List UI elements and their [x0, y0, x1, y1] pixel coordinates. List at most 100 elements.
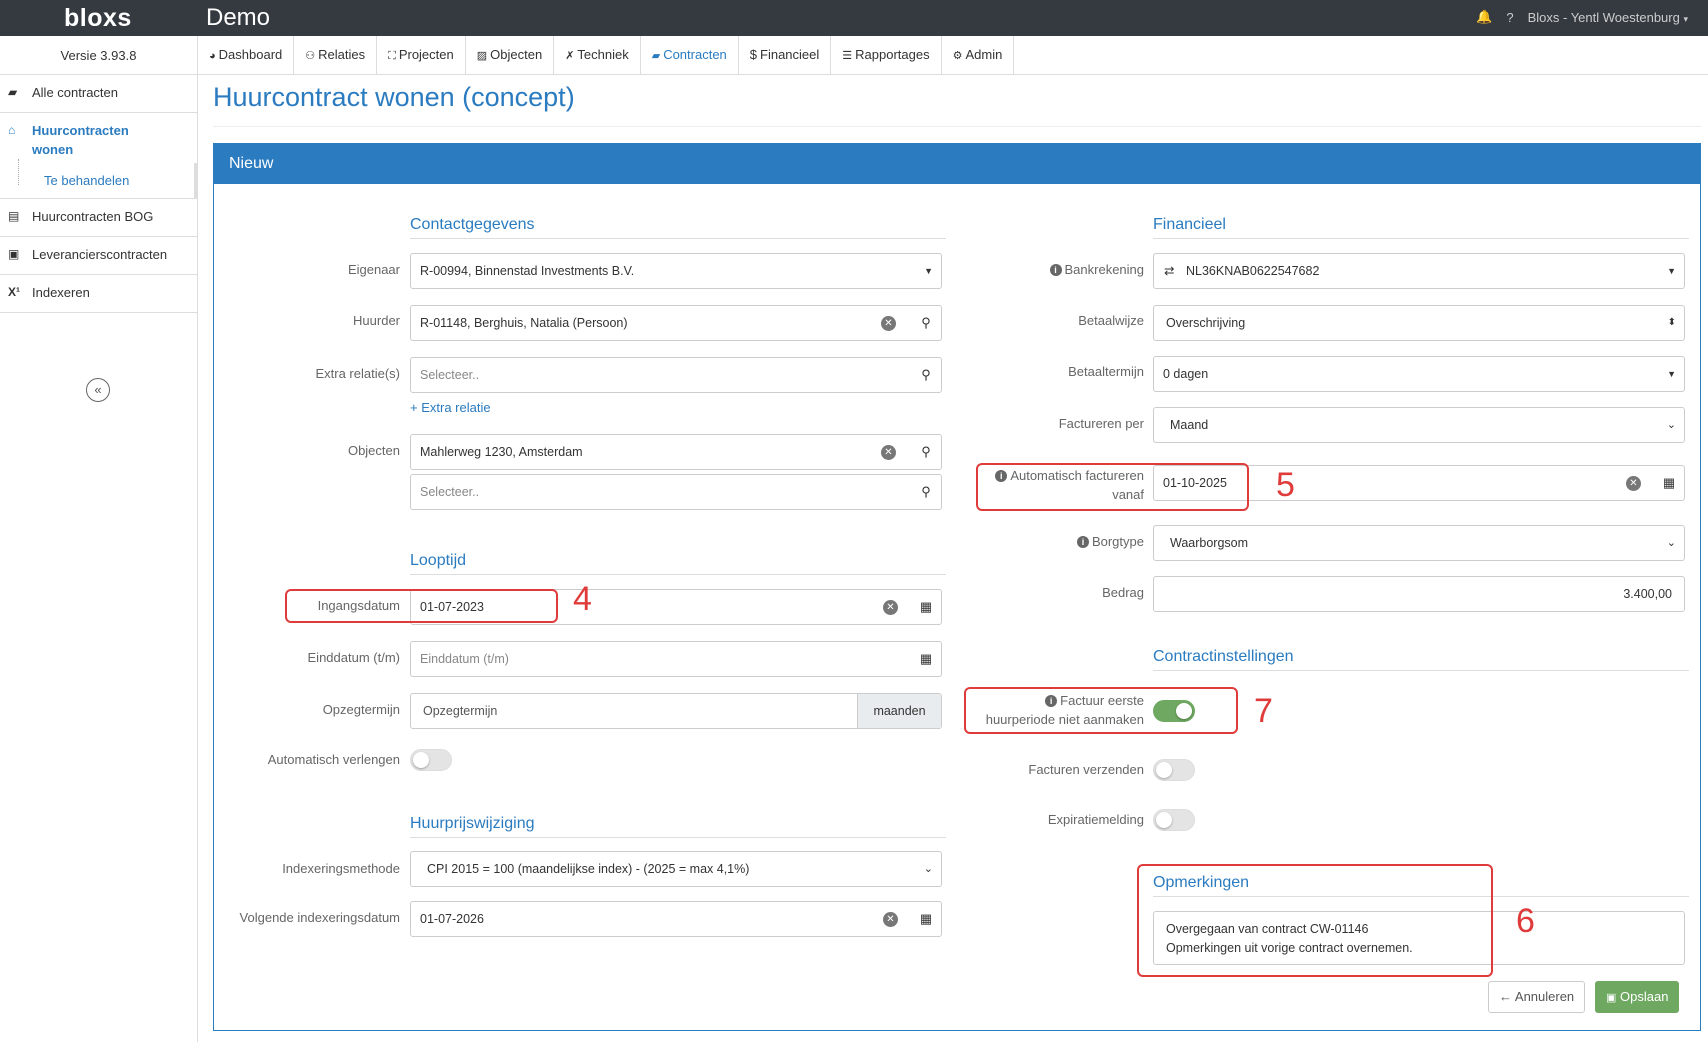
- expiratiemelding-toggle[interactable]: [1153, 809, 1195, 831]
- search-icon[interactable]: ⚲: [911, 475, 941, 509]
- help-icon[interactable]: ?: [1506, 10, 1513, 25]
- user-name: Bloxs - Yentl Woestenburg: [1527, 9, 1680, 25]
- nav-rapportages[interactable]: ☰ Rapportages: [831, 36, 942, 74]
- save-button[interactable]: ▣ Opslaan: [1595, 981, 1680, 1013]
- search-icon[interactable]: ⚲: [911, 358, 941, 392]
- sidebar-item-leverancierscontracten[interactable]: ▣ Leverancierscontracten: [0, 237, 197, 275]
- nav-label: Financieel: [760, 47, 820, 62]
- annotation-number-5: 5: [1276, 466, 1295, 504]
- clear-icon[interactable]: ✕: [881, 316, 896, 331]
- bankrekening-select[interactable]: ⇄ NL36KNAB0622547682 ▼: [1153, 253, 1685, 289]
- extra-relatie-select[interactable]: Selecteer.. ⚲: [410, 357, 942, 393]
- sidebar-item-huurcontracten-wonen[interactable]: ⌂ Huurcontracten wonen: [0, 113, 197, 163]
- volgende-indexeringsdatum-input[interactable]: 01-07-2026 ✕ ▦: [410, 901, 942, 937]
- automatisch-verlengen-toggle[interactable]: [410, 749, 452, 771]
- list-icon: ☰: [842, 50, 853, 62]
- objecten-placeholder: Selecteer..: [420, 485, 480, 499]
- bedrag-label: Bedrag: [1102, 585, 1144, 600]
- borgtype-select[interactable]: Waarborgsom ⌄: [1153, 525, 1685, 561]
- nav-label: Relaties: [318, 47, 366, 62]
- nav-label: Techniek: [577, 47, 629, 62]
- sidebar-item-label: Indexeren: [32, 285, 90, 300]
- sidebar-item-label: Huurcontracten wonen: [32, 123, 129, 157]
- huurder-select[interactable]: R-01148, Berghuis, Natalia (Persoon) ✕ ⚲: [410, 305, 942, 341]
- nav-label: Projecten: [398, 47, 454, 62]
- search-icon[interactable]: ⚲: [911, 306, 941, 340]
- section-contractinstellingen: Contractinstellingen: [1153, 648, 1689, 671]
- sidebar-item-indexeren[interactable]: X¹ Indexeren: [0, 275, 197, 313]
- collapse-sidebar-button[interactable]: «: [86, 378, 110, 402]
- calendar-icon[interactable]: ▦: [1654, 466, 1684, 500]
- facturen-verzenden-label: Facturen verzenden: [1028, 762, 1144, 777]
- briefcase-icon: ▣: [8, 247, 20, 261]
- top-bar: bloxs Demo 🔔 ? Bloxs - Yentl Woestenburg…: [0, 0, 1708, 36]
- app-logo[interactable]: bloxs: [64, 4, 132, 33]
- betaaltermijn-label: Betaaltermijn: [1068, 364, 1144, 379]
- nav-techniek[interactable]: ✗ Techniek: [554, 36, 641, 74]
- caret-down-icon: ▼: [1667, 266, 1676, 276]
- add-extra-relatie-link[interactable]: + Extra relatie: [410, 400, 491, 415]
- nav-projecten[interactable]: ⛶ Projecten: [377, 36, 466, 74]
- info-icon[interactable]: i: [1076, 536, 1089, 548]
- nav-objecten[interactable]: ▨ Objecten: [466, 36, 555, 74]
- betaaltermijn-select[interactable]: 0 dagen ▼: [1153, 356, 1685, 392]
- bankrekening-label: i Bankrekening: [940, 262, 1144, 277]
- search-icon[interactable]: ⚲: [911, 435, 941, 469]
- label-text: Borgtype: [1091, 534, 1144, 549]
- chevron-down-icon: ⌄: [1666, 537, 1676, 549]
- nav-contracten[interactable]: ▰ Contracten: [641, 36, 739, 74]
- facturen-verzenden-toggle[interactable]: [1153, 759, 1195, 781]
- nav-label: Contracten: [663, 47, 727, 62]
- nav-relaties[interactable]: ⚇ Relaties: [294, 36, 378, 74]
- factureren-per-select[interactable]: Maand ⌄: [1153, 407, 1685, 443]
- bell-icon[interactable]: 🔔: [1476, 9, 1492, 25]
- annotation-number-4: 4: [573, 580, 592, 618]
- clear-icon[interactable]: ✕: [881, 445, 896, 460]
- nav-admin[interactable]: ⚙ Admin: [942, 36, 1015, 74]
- caret-down-icon: ▼: [924, 266, 933, 276]
- nav-dashboard[interactable]: ◕ Dashboard: [198, 36, 295, 74]
- caret-down-icon: ▾: [1683, 13, 1688, 24]
- einddatum-label: Einddatum (t/m): [307, 650, 400, 665]
- opzegtermijn-label: Opzegtermijn: [322, 702, 400, 717]
- objecten-label: Objecten: [347, 443, 400, 458]
- calendar-icon[interactable]: ▦: [911, 590, 941, 624]
- image-icon: ▨: [476, 50, 488, 62]
- objecten-select[interactable]: Mahlerweg 1230, Amsterdam ✕ ⚲: [410, 434, 942, 470]
- section-huurprijswijziging: Huurprijswijziging: [410, 815, 946, 838]
- factureren-per-value: Maand: [1170, 418, 1209, 432]
- eigenaar-select[interactable]: R-00994, Binnenstad Investments B.V. ▼: [410, 253, 942, 289]
- calendar-icon[interactable]: ▦: [911, 642, 941, 676]
- calendar-icon[interactable]: ▦: [911, 902, 941, 936]
- indexeringsmethode-select[interactable]: CPI 2015 = 100 (maandelijkse index) - (2…: [410, 851, 942, 887]
- annotation-number-7: 7: [1254, 692, 1273, 730]
- sidebar-item-te-behandelen[interactable]: Te behandelen: [0, 159, 197, 199]
- clear-icon[interactable]: ✕: [883, 600, 898, 615]
- objecten-add-select[interactable]: Selecteer.. ⚲: [410, 474, 942, 510]
- user-menu[interactable]: Bloxs - Yentl Woestenburg ▾: [1528, 10, 1688, 25]
- cancel-button[interactable]: ← Annuleren: [1488, 981, 1586, 1013]
- annotation-box-6: [1137, 864, 1493, 977]
- bedrag-input[interactable]: 3.400,00: [1153, 576, 1685, 612]
- einddatum-input[interactable]: Einddatum (t/m) ▦: [410, 641, 942, 677]
- automatisch-verlengen-label: Automatisch verlengen: [267, 752, 400, 767]
- divider: [213, 126, 1701, 127]
- nav-financieel[interactable]: $ Financieel: [739, 36, 832, 74]
- clear-icon[interactable]: ✕: [1626, 476, 1641, 491]
- opzegtermijn-input[interactable]: Opzegtermijn maanden: [410, 693, 942, 729]
- sort-icon: ⬍: [1667, 317, 1676, 328]
- sidebar-item-alle-contracten[interactable]: ▰ Alle contracten: [0, 75, 197, 113]
- sidebar-item-huurcontracten-bog[interactable]: ▤ Huurcontracten BOG: [0, 199, 197, 237]
- info-icon[interactable]: i: [1049, 264, 1062, 276]
- clear-icon[interactable]: ✕: [883, 912, 898, 927]
- indexeringsmethode-label: Indexeringsmethode: [282, 861, 400, 876]
- top-right-area: 🔔 ? Bloxs - Yentl Woestenburg ▾: [1476, 9, 1688, 25]
- caret-down-icon: ▼: [1667, 369, 1676, 379]
- betaalwijze-select[interactable]: Overschrijving ⬍: [1153, 305, 1685, 341]
- panel-title: Nieuw: [214, 144, 1700, 184]
- annotation-number-6: 6: [1516, 902, 1535, 940]
- volgende-indexeringsdatum-value: 01-07-2026: [420, 912, 484, 926]
- volgende-indexeringsdatum-label: Volgende indexeringsdatum: [239, 910, 400, 925]
- expiratiemelding-label: Expiratiemelding: [1047, 812, 1144, 827]
- opzegtermijn-placeholder: Opzegtermijn: [423, 704, 498, 718]
